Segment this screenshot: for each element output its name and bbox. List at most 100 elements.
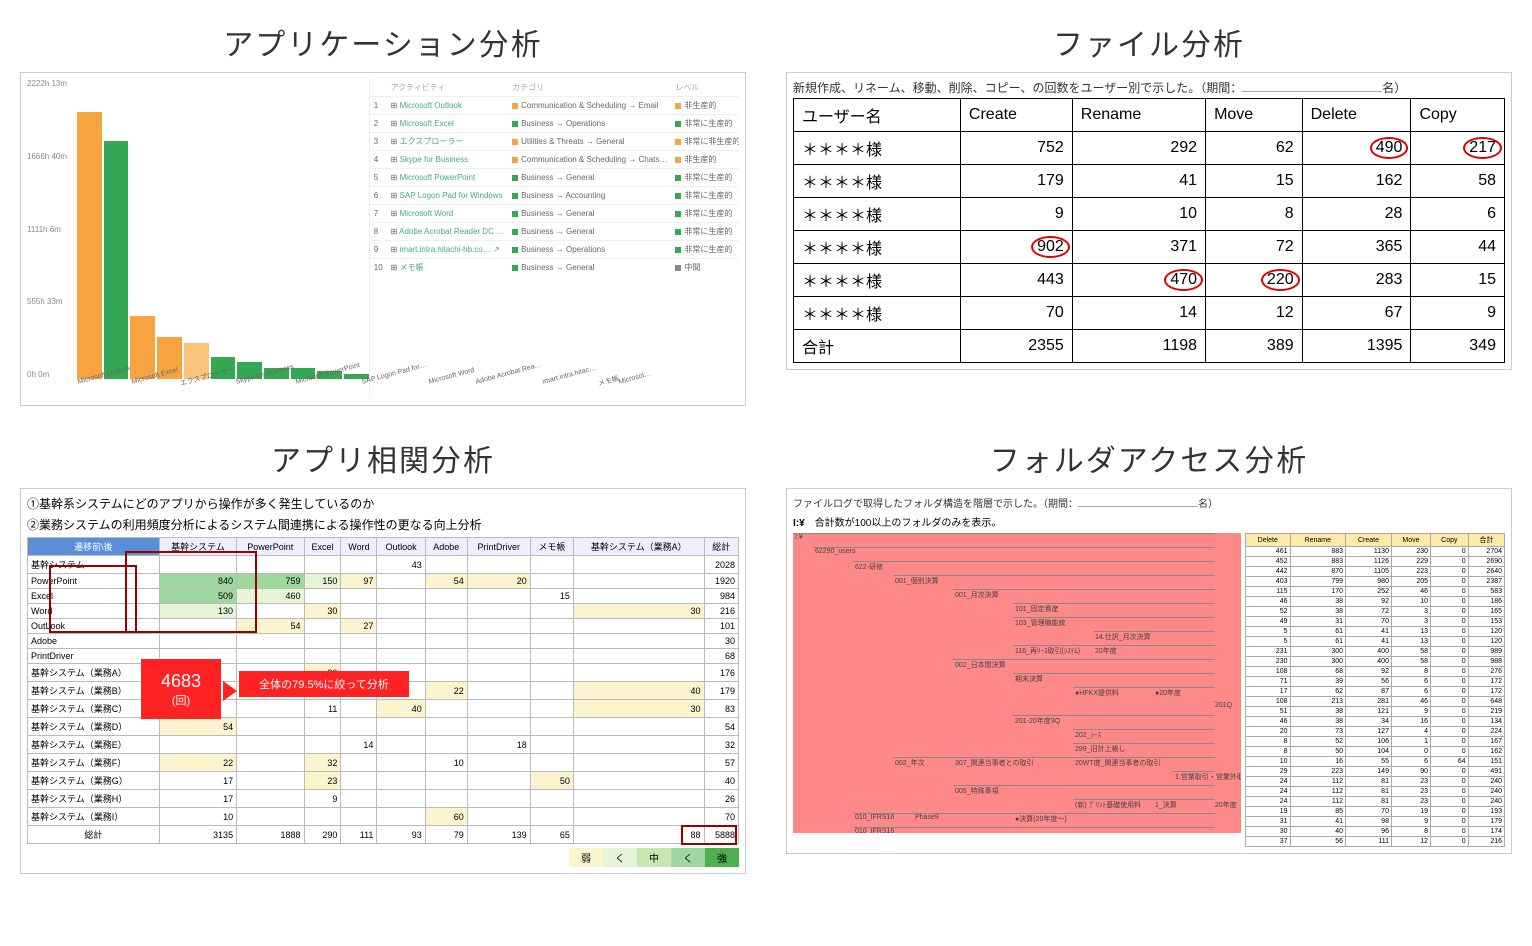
table-row: 3756111120216 bbox=[1246, 837, 1505, 847]
dashboard-grid: アプリケーション分析 2222h 13m1666h 40m1111h 6m555… bbox=[20, 20, 1512, 874]
tree-node: 622-研修 bbox=[853, 561, 1215, 572]
table-row: 6⊞ SAP Logon Pad for WindowsBusiness → A… bbox=[370, 187, 739, 205]
panel-file-title: ファイル分析 bbox=[1053, 20, 1245, 64]
app-activity-table: アクティビティカテゴリレベルアクティ…合計時間1⊞ Microsoft Outl… bbox=[370, 79, 739, 399]
table-row: 231300400580989 bbox=[1246, 647, 1505, 657]
table-row: 452883112622902690 bbox=[1246, 557, 1505, 567]
folder-drive-label: I:¥ 合計数が100以上のフォルダのみを表示。 bbox=[793, 514, 1505, 529]
arrow-icon bbox=[223, 681, 237, 704]
tree-node: 010_IFRS16 bbox=[853, 827, 1215, 833]
table-row: 5⊞ Microsoft PowerPointBusiness → Genera… bbox=[370, 169, 739, 187]
table-row: 56141130120 bbox=[1246, 627, 1505, 637]
bar bbox=[104, 141, 129, 379]
table-row: 基幹システム（業務F）22321057 bbox=[28, 754, 739, 772]
panel-folder-access: フォルダアクセス分析 ファイルログで取得したフォルダ構造を階層で示した。（期間：… bbox=[786, 436, 1512, 874]
tree-node: 103_管理機能統 bbox=[1013, 617, 1215, 628]
tree-node: 005_特殊事項 bbox=[953, 785, 1215, 796]
tree-node: 001_月次決算 bbox=[953, 589, 1215, 600]
table-row: 108689280276 bbox=[1246, 667, 1505, 677]
tree-node: 20年度 bbox=[1093, 645, 1215, 656]
table-row: ＊＊＊＊様179411516258 bbox=[794, 165, 1505, 198]
table-row: Word1303030216 bbox=[28, 604, 739, 619]
table-row: ＊＊＊＊様701412679 bbox=[794, 297, 1505, 330]
tree-node: ●決算(20年度～) bbox=[1013, 813, 1215, 824]
folder-caption: ファイルログで取得したフォルダ構造を階層で示した。（期間：名） bbox=[793, 495, 1505, 510]
table-row: ＊＊＊＊様9023717236544 bbox=[794, 231, 1505, 264]
table-row: ＊＊＊＊様9108286 bbox=[794, 198, 1505, 231]
table-row: Excel50946015984 bbox=[28, 589, 739, 604]
tree-node: 201Q bbox=[1213, 701, 1215, 709]
table-row: 8⊞ Adobe Acrobat Reader DC …Business → G… bbox=[370, 223, 739, 241]
table-row: 198570190193 bbox=[1246, 807, 1505, 817]
table-row: ＊＊＊＊様75229262490217 bbox=[794, 132, 1505, 165]
table-row: PrintDriver68 bbox=[28, 649, 739, 664]
table-row: 2411281230240 bbox=[1246, 787, 1505, 797]
table-row: Adobe30 bbox=[28, 634, 739, 649]
panel-folder-body: ファイルログで取得したフォルダ構造を階層で示した。（期間：名） I:¥ 合計数が… bbox=[786, 488, 1512, 854]
table-row: ＊＊＊＊様44347022028315 bbox=[794, 264, 1505, 297]
app-bar-chart: 2222h 13m1666h 40m1111h 6m555h 33m0h 0m … bbox=[27, 79, 370, 399]
folder-tree: I:¥62290_users622-研修001_個別決算001_月次決算101_… bbox=[793, 533, 1241, 833]
table-row: 30409680174 bbox=[1246, 827, 1505, 837]
tree-node: 002_日本間決算 bbox=[953, 659, 1215, 670]
table-row: 513812190219 bbox=[1246, 707, 1505, 717]
table-row-total: 合計235511983891395349 bbox=[794, 330, 1505, 363]
tree-node: 期末決算 bbox=[1013, 673, 1215, 684]
panel-correlation: アプリ相関分析 ①基幹系システムにどのアプリから操作が多く発生しているのか ②業… bbox=[20, 436, 746, 874]
table-row: 461883113023002704 bbox=[1246, 547, 1505, 557]
tree-node: 1_決算 bbox=[1153, 799, 1215, 810]
table-row: 207312740224 bbox=[1246, 727, 1505, 737]
panel-folder-title: フォルダアクセス分析 bbox=[990, 436, 1309, 480]
table-row: 115170252460583 bbox=[1246, 587, 1505, 597]
table-row: 85010400162 bbox=[1246, 747, 1505, 757]
panel-corr-title: アプリ相関分析 bbox=[271, 436, 495, 480]
table-row: 2411281230240 bbox=[1246, 777, 1505, 787]
table-row: 7⊞ Microsoft WordBusiness → General非常に生産… bbox=[370, 205, 739, 223]
table-row: OutLook5427101 bbox=[28, 619, 739, 634]
table-row: 基幹システム（業務H）17926 bbox=[28, 790, 739, 808]
table-row: 31419890179 bbox=[1246, 817, 1505, 827]
table-row: 230300400580988 bbox=[1246, 657, 1505, 667]
table-row: 85210610167 bbox=[1246, 737, 1505, 747]
tree-node: 1.営業取引・営業外取引 bbox=[1173, 771, 1215, 782]
bar bbox=[77, 112, 102, 379]
panel-corr-body: ①基幹系システムにどのアプリから操作が多く発生しているのか ②業務システムの利用… bbox=[20, 488, 746, 874]
table-row: 4⊞ Skype for BusinessCommunication & Sch… bbox=[370, 151, 739, 169]
panel-file-analysis: ファイル分析 新規作成、リネーム、移動、削除、コピー、の回数をユーザー別で示した… bbox=[786, 20, 1512, 406]
table-row: 基幹システム（業務E）141832 bbox=[28, 736, 739, 754]
table-row: 56141130120 bbox=[1246, 637, 1505, 647]
tree-node: 20WT度_関連当事者の取引 bbox=[1073, 757, 1215, 768]
file-operations-table: ユーザー名CreateRenameMoveDeleteCopy＊＊＊＊様7522… bbox=[793, 98, 1505, 363]
folder-stats-table: DeleteRenameCreateMoveCopy合計461883113023… bbox=[1245, 533, 1505, 847]
table-row: 29223149900491 bbox=[1246, 767, 1505, 777]
table-row: 基幹システム（業務C）11403083 bbox=[28, 700, 739, 718]
tree-node: 20年度 bbox=[1213, 799, 1215, 810]
table-row: 17628760172 bbox=[1246, 687, 1505, 697]
table-row: 463892100186 bbox=[1246, 597, 1505, 607]
bar bbox=[130, 316, 155, 379]
table-row: 基幹システム432028 bbox=[28, 556, 739, 574]
table-row: 463834160134 bbox=[1246, 717, 1505, 727]
tree-node: 202_ｼｰｽ bbox=[1073, 729, 1215, 740]
table-row: 1⊞ Microsoft OutlookCommunication & Sche… bbox=[370, 97, 739, 115]
table-row: 40379998020502387 bbox=[1246, 577, 1505, 587]
tree-node: I:¥ bbox=[793, 533, 1215, 541]
table-row: 2411281230240 bbox=[1246, 797, 1505, 807]
callout-text: 全体の79.5%に絞って分析 bbox=[239, 671, 409, 697]
table-row: 52387230165 bbox=[1246, 607, 1505, 617]
table-row: 108213281460648 bbox=[1246, 697, 1505, 707]
table-row: 49317030153 bbox=[1246, 617, 1505, 627]
tree-node: 62290_users bbox=[813, 547, 1215, 555]
correlation-legend: 弱く中く強 bbox=[27, 848, 739, 867]
table-row: 10⊞ メモ帳Business → General中間59:13:5999:01… bbox=[370, 259, 739, 277]
table-row: 2⊞ Microsoft ExcelBusiness → Operations非… bbox=[370, 115, 739, 133]
table-row: 3⊞ エクスプローラーUtilities & Threats → General… bbox=[370, 133, 739, 151]
table-row: 442870110522302640 bbox=[1246, 567, 1505, 577]
panel-app-title: アプリケーション分析 bbox=[223, 20, 542, 64]
tree-node: 201-20年度3Q bbox=[1013, 715, 1215, 726]
table-row: PowerPoint8407591509754201920 bbox=[28, 574, 739, 589]
corr-desc-1: ①基幹系システムにどのアプリから操作が多く発生しているのか bbox=[27, 495, 739, 512]
callout-count: 4683 (回) bbox=[141, 659, 221, 719]
table-row: 基幹システム（業務I）106070 bbox=[28, 808, 739, 826]
corr-desc-2: ②業務システムの利用頻度分析によるシステム間連携による操作性の更なる向上分析 bbox=[27, 516, 739, 533]
